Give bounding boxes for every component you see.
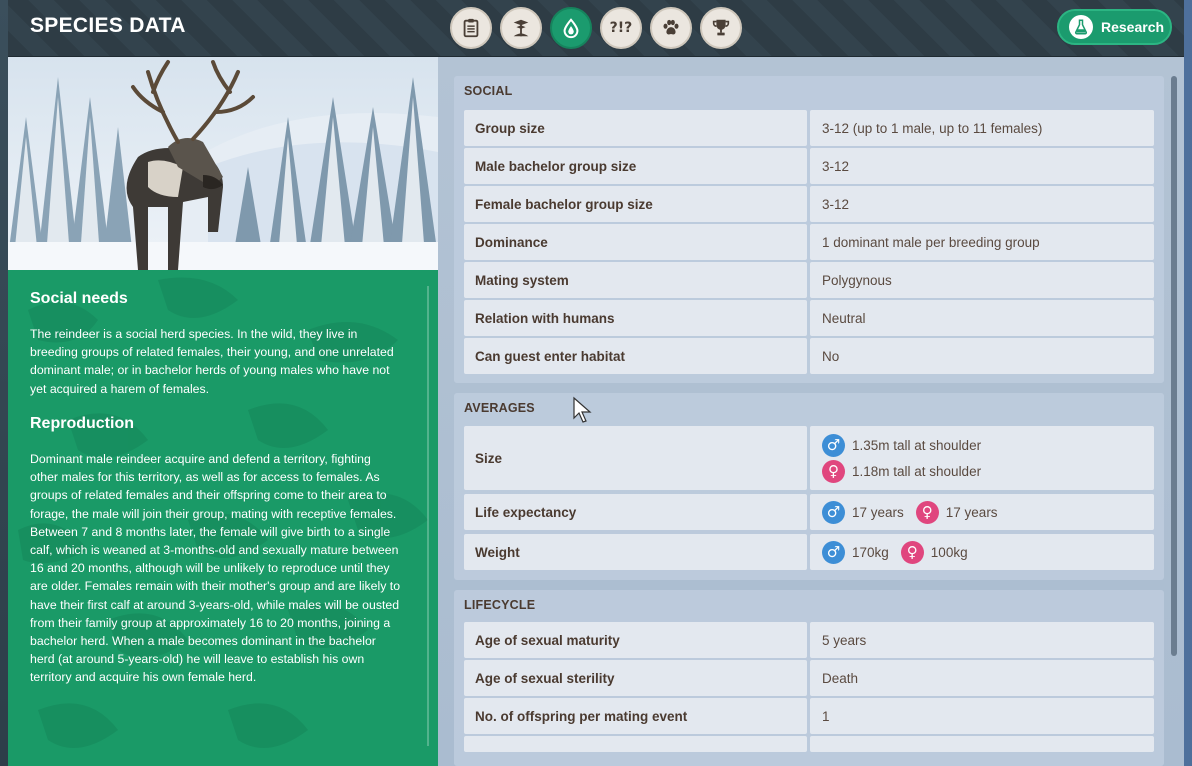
weight-female-value: 100kg	[930, 544, 968, 560]
row-label: Life expectancy	[464, 494, 807, 530]
life-values: ♂ 17 years ♀ 17 years	[810, 494, 1154, 530]
size-female-value: 1.18m tall at shoulder	[852, 463, 982, 479]
social-needs-heading: Social needs	[30, 290, 128, 307]
reproduction-heading: Reproduction	[30, 415, 134, 432]
row-value: 3-12 (up to 1 male, up to 11 females)	[810, 110, 1154, 146]
header-bar: SPECIES DATA ?!? Research	[8, 0, 1184, 57]
research-button[interactable]: Research	[1057, 9, 1172, 45]
tab-trivia[interactable]: ?!?	[600, 7, 642, 49]
size-male-value: 1.35m tall at shoulder	[852, 437, 982, 453]
lifecycle-title: LIFECYCLE	[464, 598, 536, 612]
row-value: 1 dominant male per breeding group	[810, 224, 1154, 260]
table-row: No. of offspring per mating event 1	[464, 698, 1154, 734]
species-photo	[8, 57, 438, 270]
table-row	[464, 736, 1154, 752]
row-label: Group size	[464, 110, 807, 146]
row-label: Can guest enter habitat	[464, 338, 807, 374]
table-row: Male bachelor group size 3-12	[464, 148, 1154, 184]
row-value: 1	[810, 698, 1154, 734]
weight-female: ♀ 100kg	[900, 540, 968, 564]
row-label: Size	[464, 426, 807, 490]
table-row: Life expectancy ♂ 17 years ♀ 17 years	[464, 494, 1154, 530]
row-value: 3-12	[810, 148, 1154, 184]
row-label: Dominance	[464, 224, 807, 260]
table-row: Weight ♂ 170kg ♀ 100kg	[464, 534, 1154, 570]
trivia-icon: ?!?	[609, 20, 633, 36]
male-icon: ♂	[822, 540, 845, 564]
row-value: 5 years	[810, 622, 1154, 658]
table-row: Can guest enter habitat No	[464, 338, 1154, 374]
flask-icon	[1069, 15, 1093, 39]
social-needs-text: The reindeer is a social herd species. I…	[30, 327, 394, 396]
row-label-partial	[464, 736, 807, 752]
paw-icon	[663, 19, 679, 35]
life-female: ♀ 17 years	[915, 500, 998, 524]
mouse-cursor-icon	[573, 396, 592, 423]
species-data-window: SPECIES DATA ?!? Research Social needs T…	[0, 0, 1192, 766]
table-row: Dominance 1 dominant male per breeding g…	[464, 224, 1154, 260]
female-icon: ♀	[900, 540, 924, 564]
tab-overview[interactable]	[450, 7, 492, 49]
clipboard-icon	[463, 18, 479, 38]
row-label: Weight	[464, 534, 807, 570]
row-value: Death	[810, 660, 1154, 696]
table-row: Mating system Polygynous	[464, 262, 1154, 298]
row-value: No	[810, 338, 1154, 374]
life-male-value: 17 years	[852, 504, 904, 520]
habitat-icon	[513, 19, 529, 37]
size-female: ♀ 1.18m tall at shoulder	[822, 459, 982, 483]
row-label: Relation with humans	[464, 300, 807, 336]
size-male: ♂ 1.35m tall at shoulder	[822, 433, 982, 457]
female-icon: ♀	[915, 500, 939, 524]
weight-male: ♂ 170kg	[822, 540, 889, 564]
table-row: Group size 3-12 (up to 1 male, up to 11 …	[464, 110, 1154, 146]
trophy-icon	[712, 19, 730, 36]
table-row: Age of sexual sterility Death	[464, 660, 1154, 696]
table-row: Age of sexual maturity 5 years	[464, 622, 1154, 658]
reproduction-text: Dominant male reindeer acquire and defen…	[30, 452, 401, 685]
stats-scrollbar[interactable]	[1171, 76, 1177, 656]
row-label: Female bachelor group size	[464, 186, 807, 222]
weight-male-value: 170kg	[852, 544, 889, 560]
averages-title: AVERAGES	[464, 401, 535, 415]
life-male: ♂ 17 years	[822, 500, 904, 524]
water-drop-icon	[563, 18, 579, 39]
row-label: Mating system	[464, 262, 807, 298]
panel-divider	[427, 286, 429, 746]
row-value: 3-12	[810, 186, 1154, 222]
tab-enrichment[interactable]	[650, 7, 692, 49]
social-title: SOCIAL	[464, 84, 513, 98]
page-title: SPECIES DATA	[30, 14, 186, 37]
window-left-edge	[0, 0, 8, 766]
species-description-panel: Social needs The reindeer is a social he…	[8, 270, 438, 766]
row-value: Neutral	[810, 300, 1154, 336]
averages-section: AVERAGES Size ♂ 1.35m tall at shoulder ♀…	[454, 393, 1164, 580]
tab-habitat[interactable]	[500, 7, 542, 49]
row-label: Male bachelor group size	[464, 148, 807, 184]
life-female-value: 17 years	[945, 504, 998, 520]
row-label: Age of sexual maturity	[464, 622, 807, 658]
weight-values: ♂ 170kg ♀ 100kg	[810, 534, 1154, 570]
table-row: Female bachelor group size 3-12	[464, 186, 1154, 222]
row-label: Age of sexual sterility	[464, 660, 807, 696]
row-value: Polygynous	[810, 262, 1154, 298]
social-section: SOCIAL Group size 3-12 (up to 1 male, up…	[454, 76, 1164, 383]
reindeer-image	[8, 57, 438, 270]
lifecycle-section: LIFECYCLE Age of sexual maturity 5 years…	[454, 590, 1164, 766]
tab-species-data[interactable]	[550, 7, 592, 49]
row-label: No. of offspring per mating event	[464, 698, 807, 734]
tab-achievements[interactable]	[700, 7, 742, 49]
male-icon: ♂	[822, 500, 845, 524]
size-values: ♂ 1.35m tall at shoulder ♀ 1.18m tall at…	[810, 426, 1154, 490]
male-icon: ♂	[822, 433, 845, 457]
female-icon: ♀	[822, 459, 845, 483]
row-value-partial	[810, 736, 1154, 752]
research-label: Research	[1101, 19, 1165, 35]
table-row: Size ♂ 1.35m tall at shoulder ♀ 1.18m ta…	[464, 426, 1154, 490]
table-row: Relation with humans Neutral	[464, 300, 1154, 336]
